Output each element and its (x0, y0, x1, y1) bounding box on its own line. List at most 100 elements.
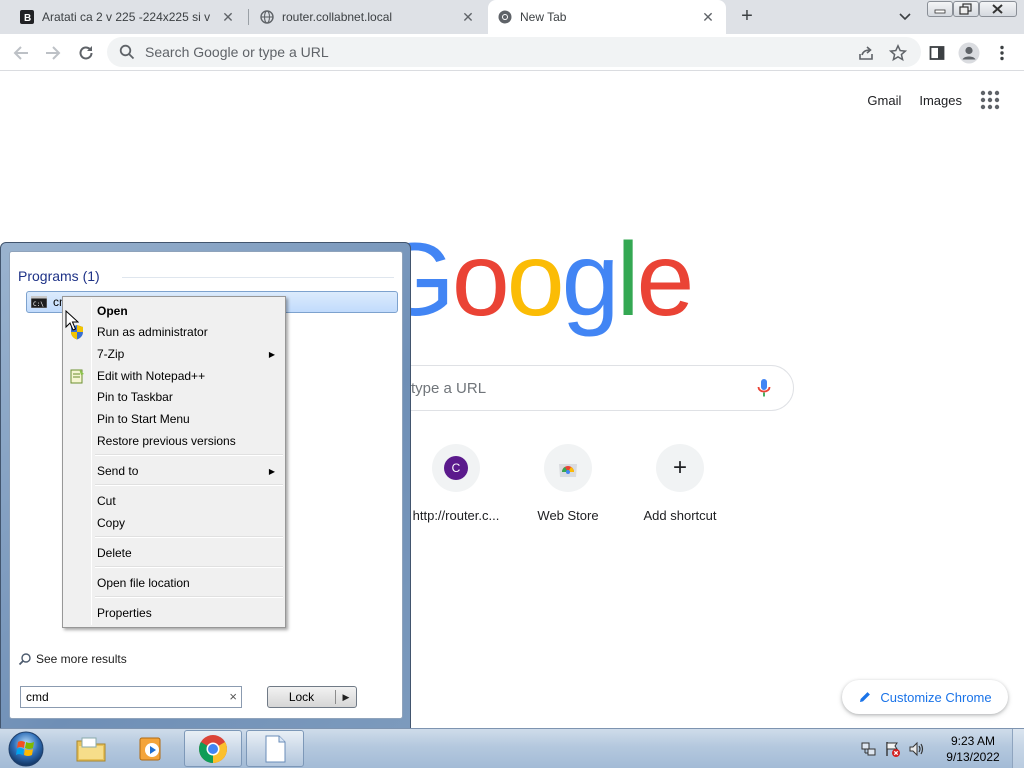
action-center-flag-icon[interactable] (884, 740, 902, 758)
menu-item-notepad-plus-plus[interactable]: Edit with Notepad++ (65, 365, 283, 387)
images-link[interactable]: Images (919, 93, 962, 108)
side-panel-button[interactable] (924, 40, 950, 66)
shortcut-add[interactable]: + Add shortcut (624, 444, 736, 523)
close-tab-icon[interactable]: ✕ (460, 9, 476, 25)
star-icon (889, 44, 907, 62)
shortcut-tile: C (432, 444, 480, 492)
back-button[interactable] (8, 40, 34, 66)
volume-icon[interactable] (908, 740, 926, 758)
arrow-right-icon (46, 46, 61, 60)
shortcut-label: Web Store (537, 508, 599, 523)
ntp-search-box[interactable]: type a URL (368, 365, 794, 411)
shortcut-router[interactable]: C http://router.c... (400, 444, 512, 523)
menu-item-label: Delete (97, 546, 132, 560)
letter-avatar-icon: C (444, 456, 468, 480)
menu-item-delete[interactable]: Delete (65, 542, 283, 564)
menu-item-send-to[interactable]: Send to ▶ (65, 460, 283, 482)
menu-item-label: Open file location (97, 576, 190, 590)
tab-router[interactable]: router.collabnet.local ✕ (250, 0, 486, 34)
side-panel-icon (929, 46, 945, 60)
menu-separator (95, 536, 283, 538)
blogger-favicon-icon: B (20, 10, 34, 24)
menu-item-open[interactable]: Open (65, 300, 283, 322)
chrome-favicon-icon (498, 10, 512, 24)
plus-icon: + (672, 454, 687, 481)
minimize-button[interactable] (927, 1, 953, 17)
shortcut-tile (544, 444, 592, 492)
share-button[interactable] (853, 40, 879, 66)
globe-icon (260, 10, 274, 24)
taskbar-chrome[interactable] (184, 730, 242, 767)
menu-item-7zip[interactable]: 7-Zip ▶ (65, 343, 283, 365)
menu-item-label: Properties (97, 606, 152, 620)
taskbar-media-player[interactable] (122, 730, 180, 767)
menu-separator (95, 566, 283, 568)
network-icon[interactable] (860, 740, 878, 758)
lock-button[interactable]: Lock ▶ (267, 686, 357, 708)
gmail-link[interactable]: Gmail (867, 93, 901, 108)
start-search-input[interactable] (26, 690, 216, 704)
taskbar-notepad[interactable] (246, 730, 304, 767)
taskbar: 9:23 AM 9/13/2022 (0, 728, 1024, 768)
microphone-icon[interactable] (757, 378, 771, 398)
menu-item-cut[interactable]: Cut (65, 490, 283, 512)
taskbar-explorer[interactable] (62, 730, 120, 767)
close-window-button[interactable] (979, 1, 1017, 17)
menu-separator (95, 484, 283, 486)
menu-item-label: Restore previous versions (97, 434, 236, 448)
start-search-box[interactable]: × (20, 686, 242, 708)
menu-item-properties[interactable]: Properties (65, 602, 283, 624)
clock-time: 9:23 AM (950, 734, 996, 748)
console-icon: C:\ (31, 296, 47, 308)
address-bar[interactable] (107, 37, 921, 67)
new-tab-button[interactable]: + (736, 6, 758, 28)
arrow-left-icon (13, 46, 28, 60)
close-tab-icon[interactable]: ✕ (220, 9, 236, 25)
profile-button[interactable] (956, 40, 982, 66)
forward-button[interactable] (40, 40, 66, 66)
reload-button[interactable] (73, 40, 99, 66)
svg-text:B: B (24, 13, 31, 24)
menu-item-label: 7-Zip (97, 347, 125, 361)
browser-toolbar (0, 34, 1024, 71)
apps-grid-icon[interactable] (980, 90, 1000, 110)
chevron-down-icon[interactable] (896, 8, 914, 26)
tab-title: New Tab (520, 10, 567, 24)
shortcut-web-store[interactable]: Web Store (512, 444, 624, 523)
restore-button[interactable] (953, 1, 979, 17)
notepad-icon (265, 735, 286, 762)
see-more-results-link[interactable]: See more results (18, 652, 127, 666)
power-options-arrow-icon[interactable]: ▶ (336, 692, 356, 703)
menu-item-copy[interactable]: Copy (65, 512, 283, 534)
system-clock[interactable]: 9:23 AM 9/13/2022 (940, 733, 1006, 765)
tab-new-tab[interactable]: New Tab ✕ (488, 0, 726, 34)
more-vert-icon (1000, 45, 1004, 61)
menu-item-pin-start[interactable]: Pin to Start Menu (65, 408, 283, 430)
show-desktop-button[interactable] (1012, 729, 1024, 768)
windows-start-orb-icon[interactable] (6, 730, 46, 768)
logo-letter: g (561, 222, 620, 338)
customize-label: Customize Chrome (880, 689, 992, 705)
tab-blogger[interactable]: B Aratati ca 2 v 225 -224x225 si v ✕ (10, 0, 246, 34)
address-input[interactable] (145, 44, 825, 60)
clear-search-icon[interactable]: × (229, 689, 237, 704)
menu-button[interactable] (989, 40, 1015, 66)
notification-area (860, 729, 926, 768)
clock-date: 9/13/2022 (946, 750, 1000, 764)
menu-item-restore-versions[interactable]: Restore previous versions (65, 430, 283, 452)
minimize-icon (934, 9, 946, 14)
chrome-icon (199, 734, 227, 763)
customize-chrome-button[interactable]: Customize Chrome (842, 680, 1008, 714)
reload-icon (79, 46, 93, 60)
menu-item-open-file-location[interactable]: Open file location (65, 572, 283, 594)
context-menu: Open Run as administrator 7-Zip ▶ Edit w… (62, 296, 286, 628)
mouse-pointer-icon (65, 310, 79, 331)
close-tab-icon[interactable]: ✕ (700, 9, 716, 25)
bookmark-button[interactable] (885, 40, 911, 66)
tab-title: router.collabnet.local (282, 10, 393, 24)
menu-item-label: Run as administrator (97, 325, 208, 339)
menu-item-label: Cut (97, 494, 116, 508)
menu-item-pin-taskbar[interactable]: Pin to Taskbar (65, 386, 283, 408)
logo-letter: l (616, 222, 639, 338)
menu-item-run-as-admin[interactable]: Run as administrator (65, 321, 283, 343)
